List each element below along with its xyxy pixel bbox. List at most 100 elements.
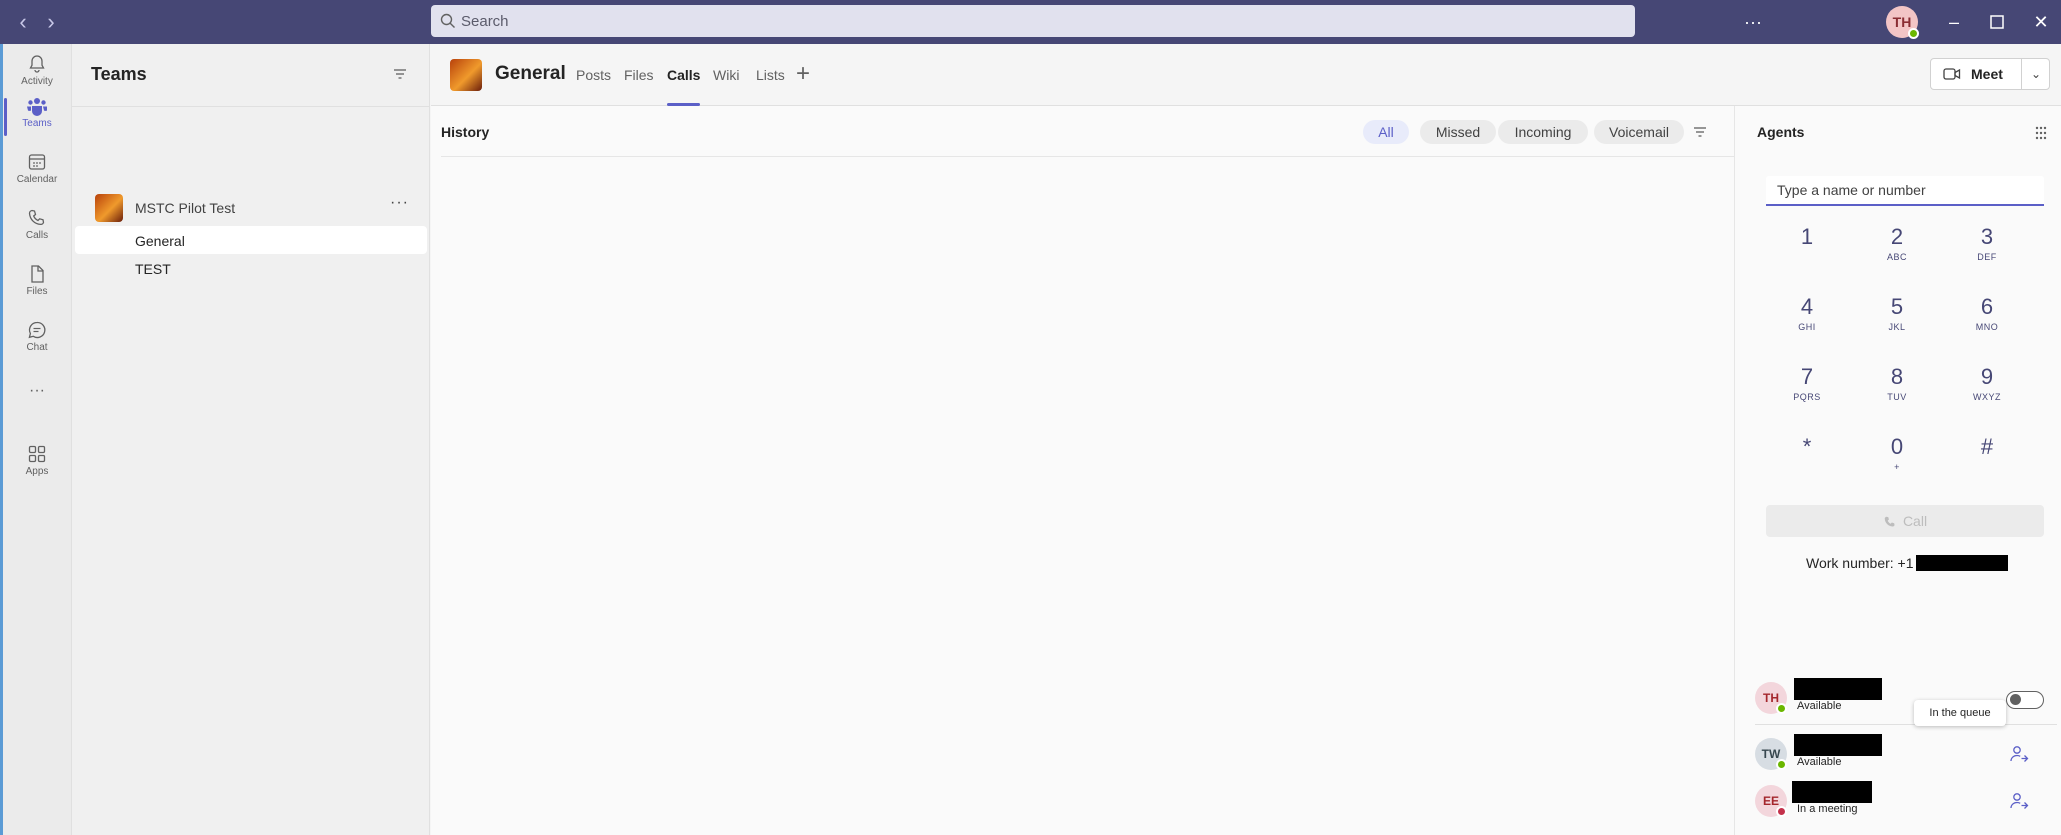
divider: [1755, 724, 2057, 725]
rail-item-files[interactable]: Files: [4, 258, 70, 312]
more-options-icon[interactable]: ···: [1739, 8, 1767, 36]
dialpad-key-2[interactable]: 2 ABC: [1862, 224, 1932, 284]
search-box[interactable]: [431, 5, 1635, 37]
queue-tooltip: In the queue: [1914, 700, 2006, 726]
channel-item-general[interactable]: General: [75, 226, 427, 254]
divider: [2021, 59, 2022, 89]
agents-panel: Agents 1 2ABC 3DEF 4GHI 5JKL 6MNO 7PQRS …: [1734, 106, 2061, 835]
agent-status: Available: [1797, 700, 1842, 712]
opt-in-toggle[interactable]: [2006, 691, 2044, 709]
tab-posts[interactable]: Posts: [576, 67, 611, 106]
dialpad-key-7[interactable]: 7 PQRS: [1772, 364, 1842, 424]
dialpad-key-9[interactable]: 9 WXYZ: [1952, 364, 2022, 424]
filter-icon[interactable]: [1692, 124, 1708, 140]
close-icon[interactable]: ✕: [2027, 8, 2055, 36]
call-button[interactable]: Call: [1766, 505, 2044, 537]
forward-arrow-icon[interactable]: ›: [38, 9, 64, 35]
presence-busy-icon: [1776, 806, 1787, 817]
redacted-agent-name: [1792, 781, 1872, 803]
channel-item-test[interactable]: TEST: [75, 254, 427, 282]
chevron-down-icon[interactable]: ⌄: [2023, 59, 2049, 89]
agent-status: Available: [1797, 756, 1842, 768]
channel-logo: [450, 59, 482, 91]
rail-item-teams[interactable]: Teams: [4, 90, 70, 144]
redacted-agent-name: [1794, 678, 1882, 700]
filter-missed[interactable]: Missed: [1420, 120, 1496, 144]
person-queue-icon[interactable]: [2009, 791, 2029, 811]
phone-icon: [28, 209, 45, 226]
channel-label: General: [135, 233, 185, 249]
dial-input[interactable]: [1766, 176, 2044, 206]
divider: [441, 156, 1735, 157]
apps-icon: [28, 445, 46, 463]
tab-lists[interactable]: Lists: [756, 67, 785, 106]
teams-pane: Teams MSTC Pilot Test ··· General TEST: [72, 44, 430, 835]
agents-title: Agents: [1757, 124, 1805, 140]
tab-calls[interactable]: Calls: [667, 67, 701, 106]
avatar: TW: [1755, 738, 1787, 770]
main-content: General Posts Files Calls Wiki Lists + M…: [431, 44, 2061, 835]
dialpad-key-3[interactable]: 3 DEF: [1952, 224, 2022, 284]
profile-initials: TH: [1892, 14, 1912, 30]
meet-button[interactable]: Meet: [1931, 59, 2021, 89]
minimize-icon[interactable]: –: [1940, 8, 1968, 36]
back-arrow-icon[interactable]: ‹: [10, 9, 36, 35]
rail-edge-accent: [0, 44, 3, 835]
add-tab-icon[interactable]: +: [796, 60, 810, 88]
rail-item-chat[interactable]: Chat: [4, 314, 70, 368]
dialpad-key-8[interactable]: 8 TUV: [1862, 364, 1932, 424]
dialpad-key-1[interactable]: 1: [1772, 224, 1842, 284]
redacted-number: [1915, 555, 2008, 571]
channel-label: TEST: [135, 261, 171, 277]
filter-all[interactable]: All: [1363, 120, 1409, 144]
work-number-label: Work number: +1: [1806, 555, 1914, 571]
divider: [72, 106, 430, 107]
dialpad-key-star[interactable]: *: [1772, 434, 1842, 494]
filter-voicemail[interactable]: Voicemail: [1594, 120, 1684, 144]
bell-icon: [29, 55, 45, 73]
rail-item-calls[interactable]: Calls: [4, 202, 70, 256]
tab-files[interactable]: Files: [624, 67, 654, 106]
filter-icon[interactable]: [392, 66, 408, 82]
dialpad-key-4[interactable]: 4 GHI: [1772, 294, 1842, 354]
maximize-icon[interactable]: [1983, 8, 2011, 36]
history-title: History: [441, 124, 490, 140]
presence-available-icon: [1776, 703, 1787, 714]
title-bar: ‹ › ··· TH – ✕: [0, 0, 2061, 44]
filter-incoming[interactable]: Incoming: [1498, 120, 1588, 144]
redacted-agent-name: [1794, 734, 1882, 756]
rail-item-more[interactable]: ···: [4, 380, 70, 410]
presence-available-icon: [1908, 28, 1919, 39]
search-input[interactable]: [461, 5, 1621, 37]
grip-dots-icon[interactable]: [2035, 126, 2047, 140]
dialpad-key-6[interactable]: 6 MNO: [1952, 294, 2022, 354]
agent-row: EE In a meeting: [1755, 781, 2055, 825]
dialpad-key-5[interactable]: 5 JKL: [1862, 294, 1932, 354]
team-more-options-icon[interactable]: ···: [390, 194, 409, 212]
presence-available-icon: [1776, 759, 1787, 770]
tab-wiki[interactable]: Wiki: [713, 67, 739, 106]
chat-icon: [28, 321, 46, 339]
work-number: Work number: +1: [1806, 555, 2008, 571]
dialpad-key-0[interactable]: 0 +: [1862, 434, 1932, 494]
teams-icon: [27, 98, 47, 116]
avatar: TH: [1755, 682, 1787, 714]
dialpad-key-hash[interactable]: #: [1952, 434, 2022, 494]
rail-item-calendar[interactable]: Calendar: [4, 146, 70, 200]
calendar-icon: [28, 154, 46, 170]
team-logo: [95, 194, 123, 222]
team-row[interactable]: MSTC Pilot Test ···: [72, 190, 430, 226]
person-queue-icon[interactable]: [2009, 744, 2029, 764]
meet-split-button: Meet ⌄: [1930, 58, 2050, 90]
team-name: MSTC Pilot Test: [135, 200, 236, 216]
agent-row: TW Available: [1755, 734, 2055, 778]
app-rail: Activity Teams Calendar Calls Files Chat…: [0, 44, 72, 835]
channel-title: General: [495, 63, 566, 84]
profile-avatar[interactable]: TH: [1886, 6, 1919, 39]
agent-status: In a meeting: [1797, 803, 1858, 815]
meet-label: Meet: [1971, 66, 2003, 82]
avatar: EE: [1755, 785, 1787, 817]
search-icon: [440, 13, 455, 28]
agent-row: TH Available: [1755, 678, 2055, 722]
rail-item-apps[interactable]: Apps: [4, 438, 70, 492]
